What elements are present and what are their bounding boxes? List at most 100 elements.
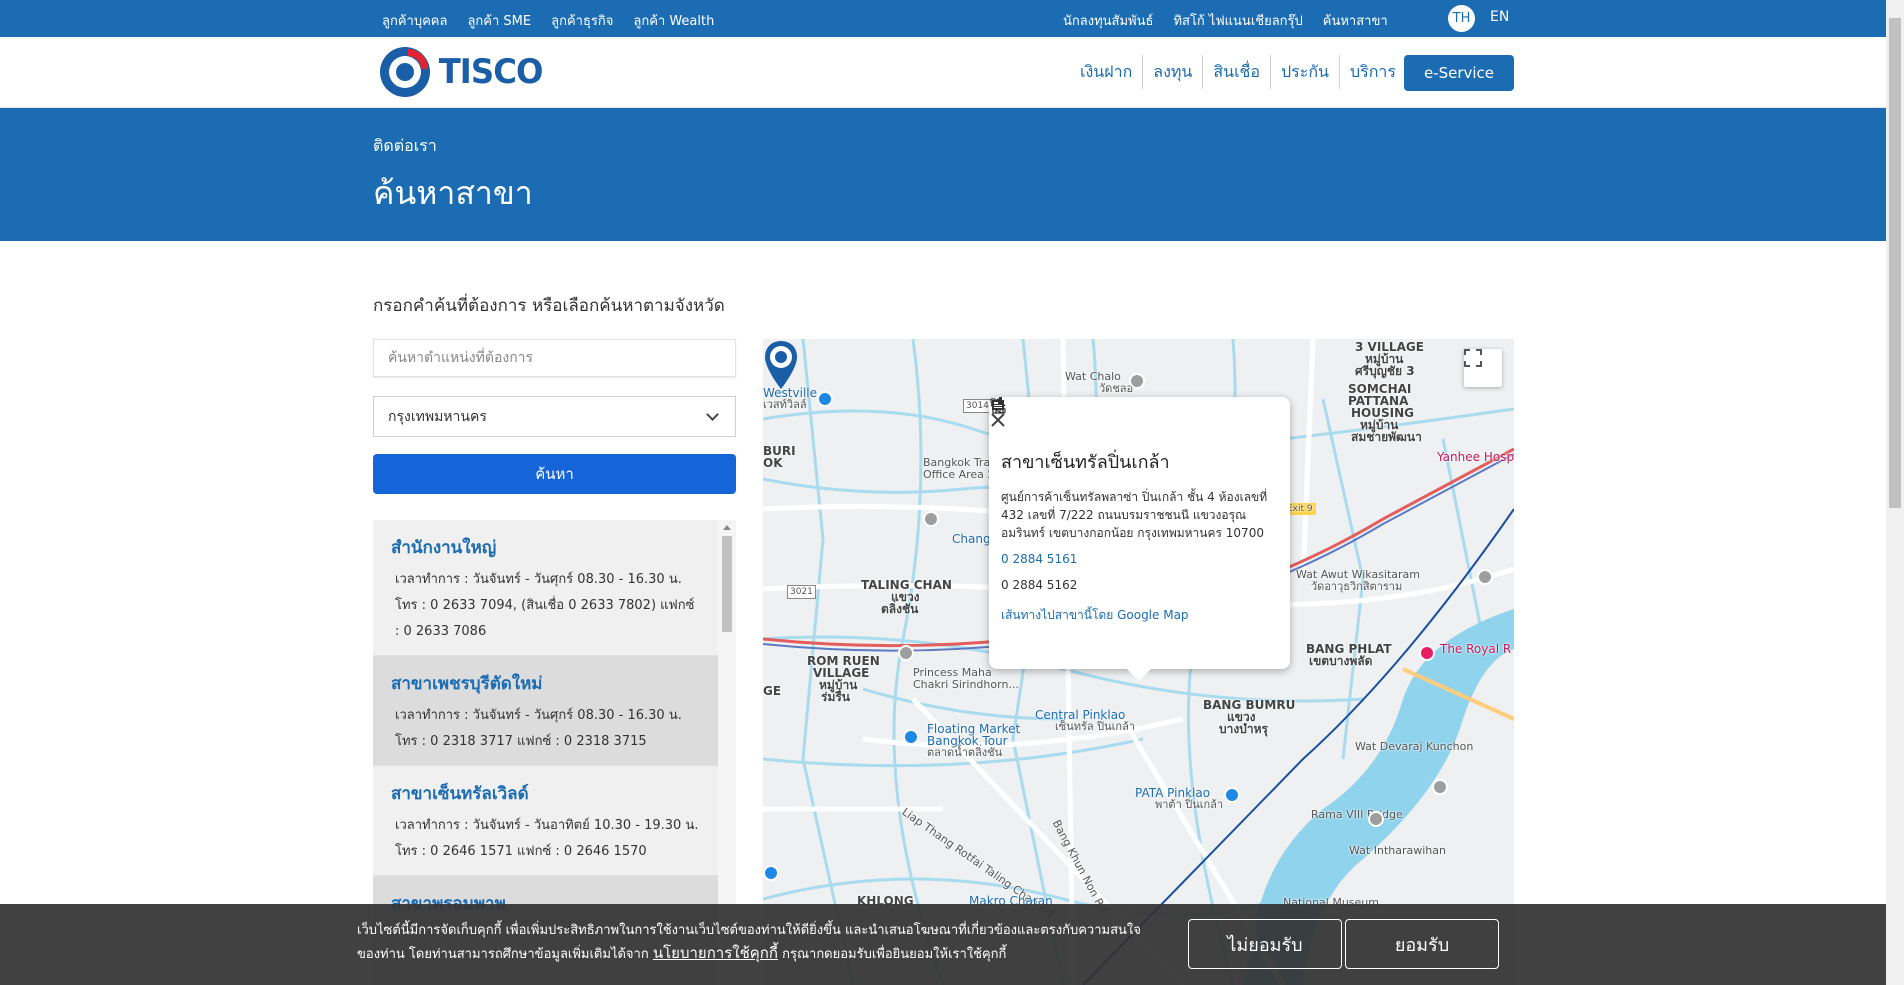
temple-icon[interactable]	[1477, 569, 1493, 585]
decline-cookies-button[interactable]: ไม่ยอมรับ	[1188, 919, 1342, 969]
search-input[interactable]: ค้นหาตำแหน่งที่ต้องการ	[373, 339, 736, 377]
cookie-text-after: กรุณากดยอมรับเพื่อยินยอมให้เราใช้คุกกี้	[777, 947, 1007, 962]
temple-icon[interactable]	[1432, 779, 1448, 795]
main-nav: เงินฝาก ลงทุน สินเชื่อ ประกัน บริการ	[1070, 55, 1406, 89]
map-label: Yanhee Hosp	[1437, 450, 1514, 464]
breadcrumb[interactable]: ติดต่อเรา	[373, 134, 437, 159]
popup-phone-row: 0 2884 5161	[990, 398, 1278, 568]
financial-group-link[interactable]: ทิสโก้ ไฟแนนเชียลกรุ๊ป	[1173, 10, 1302, 31]
segment-wealth[interactable]: ลูกค้า Wealth	[633, 10, 714, 31]
segment-nav: ลูกค้าบุคคล ลูกค้า SME ลูกค้าธุรกิจ ลูกค…	[382, 10, 714, 31]
map-label: OK	[763, 456, 783, 470]
nav-deposit[interactable]: เงินฝาก	[1070, 55, 1142, 89]
page-title: ค้นหาสาขา	[373, 174, 533, 212]
branch-hours: เวลาทำการ : วันจันทร์ - วันศุกร์ 08.30 -…	[395, 572, 682, 587]
map-label: เขตบางพลัด	[1309, 654, 1373, 668]
map-label: ตลิ่งชัน	[881, 602, 919, 616]
page-scroll-thumb[interactable]	[1889, 18, 1901, 508]
branch-info-window: สาขาเซ็นทรัลปิ่นเกล้า ศูนย์การค้าเซ็นทรั…	[989, 397, 1290, 681]
shopping-icon[interactable]	[763, 865, 779, 881]
scroll-thumb[interactable]	[722, 536, 732, 632]
search-button[interactable]: ค้นหา	[373, 454, 736, 494]
shopping-icon[interactable]	[903, 729, 919, 745]
landmark-icon[interactable]	[923, 511, 939, 527]
list-item[interactable]: สำนักงานใหญ่ เวลาทำการ : วันจันทร์ - วัน…	[373, 520, 718, 656]
cookie-text: เว็บไซต์นี้มีการจัดเก็บคุกกี้ เพื่อเพิ่ม…	[357, 920, 1147, 966]
landmark-icon[interactable]	[1368, 811, 1384, 827]
top-bar: ลูกค้าบุคคล ลูกค้า SME ลูกค้าธุรกิจ ลูกค…	[0, 0, 1886, 37]
hospital-icon[interactable]	[1419, 645, 1435, 661]
map-label: พาต้า ปิ่นเกล้า	[1155, 798, 1224, 811]
branch-hours: เวลาทำการ : วันจันทร์ - วันอาทิตย์ 10.30…	[395, 818, 699, 833]
map-label: วัดอาวุธวิกสิตาราม	[1311, 580, 1403, 593]
page-banner: ติดต่อเรา ค้นหาสาขา	[0, 108, 1886, 241]
scroll-up-icon[interactable]	[723, 525, 731, 530]
branch-phone: โทร : 0 2318 3717 แฟกซ์ : 0 2318 3715	[395, 734, 647, 749]
tisco-logo[interactable]: TISCO	[380, 47, 545, 97]
province-value: กรุงเทพมหานคร	[388, 408, 487, 425]
popup-title: สาขาเซ็นทรัลปิ่นเกล้า	[1001, 452, 1170, 473]
lang-th-button[interactable]: TH	[1448, 5, 1475, 32]
list-item[interactable]: สาขาเซ็นทรัลเวิลด์ เวลาทำการ : วันจันทร์…	[373, 766, 718, 876]
branch-map[interactable]: 3 VILLAGE หมู่บ้าน ศรีบุญชัย 3 SOMCHAI P…	[763, 339, 1514, 985]
main-header: TISCO เงินฝาก ลงทุน สินเชื่อ ประกัน บริก…	[0, 37, 1886, 108]
logo-icon	[380, 47, 430, 97]
map-label: Office Area 2	[923, 468, 995, 481]
utility-nav: นักลงทุนสัมพันธ์ ทิสโก้ ไฟแนนเชียลกรุ๊ป …	[1063, 10, 1388, 31]
map-label: เซ็นทรัล ปิ่นเกล้า	[1055, 720, 1135, 733]
list-item[interactable]: สาขาเพชรบุรีตัดใหม่ เวลาทำการ : วันจันทร…	[373, 656, 718, 766]
road-shield: 3021	[787, 585, 816, 599]
branch-phone: โทร : 0 2646 1571 แฟกซ์ : 0 2646 1570	[395, 844, 647, 859]
branch-marker-icon[interactable]	[763, 339, 799, 391]
branch-phone: โทร : 0 2633 7094, (สินเชื่อ 0 2633 7802…	[395, 598, 695, 639]
map-label: Wat Intharawihan	[1349, 844, 1446, 857]
segment-personal[interactable]: ลูกค้าบุคคล	[382, 10, 447, 31]
logo-text: TISCO	[438, 52, 544, 92]
temple-icon[interactable]	[1129, 373, 1145, 389]
shopping-icon[interactable]	[1224, 787, 1240, 803]
page-scrollbar[interactable]	[1886, 0, 1904, 985]
shopping-icon[interactable]	[817, 391, 833, 407]
nav-insurance[interactable]: ประกัน	[1270, 55, 1339, 89]
nav-services[interactable]: บริการ	[1338, 55, 1406, 89]
lang-en-button[interactable]: EN	[1490, 9, 1509, 25]
fullscreen-button[interactable]	[1464, 349, 1502, 387]
nav-invest[interactable]: ลงทุน	[1142, 55, 1202, 89]
map-label: สมชายพัฒนา	[1351, 430, 1422, 444]
map-label: Rama VIII Bridge	[1311, 808, 1403, 821]
cookie-consent-banner: เว็บไซต์นี้มีการจัดเก็บคุกกี้ เพื่อเพิ่ม…	[0, 904, 1886, 985]
popup-fax-row: 0 2884 5162	[992, 397, 1278, 594]
google-map-directions-link[interactable]: เส้นทางไปสาขานี้โดย Google Map	[1001, 606, 1278, 625]
segment-business[interactable]: ลูกค้าธุรกิจ	[551, 10, 613, 31]
landmark-icon[interactable]	[898, 645, 914, 661]
map-label: ร่มรื่น	[821, 690, 851, 704]
search-instructions: กรอกคำค้นที่ต้องการ หรือเลือกค้นหาตามจัง…	[373, 296, 725, 316]
branch-name: สาขาเซ็นทรัลเวิลด์	[391, 784, 529, 804]
branch-hours: เวลาทำการ : วันจันทร์ - วันศุกร์ 08.30 -…	[395, 708, 682, 723]
popup-address: ศูนย์การค้าเซ็นทรัลพลาซ่า ปิ่นเกล้า ชั้น…	[1001, 490, 1268, 540]
branch-name: สาขาเพชรบุรีตัดใหม่	[391, 674, 543, 694]
popup-fax: 0 2884 5162	[1001, 578, 1078, 592]
road-shield: 3014	[963, 399, 992, 413]
map-label: Wat Devaraj Kunchon	[1355, 740, 1474, 753]
map-label: Chang	[952, 532, 991, 546]
popup-phone-link[interactable]: 0 2884 5161	[1001, 550, 1077, 568]
eservice-button[interactable]: e-Service	[1404, 55, 1514, 91]
investor-relations-link[interactable]: นักลงทุนสัมพันธ์	[1063, 10, 1153, 31]
popup-address-row: ศูนย์การค้าเซ็นทรัลพลาซ่า ปิ่นเกล้า ชั้น…	[990, 398, 1278, 542]
chevron-down-icon	[706, 407, 719, 421]
map-label: เวสท์วิลล์	[763, 398, 807, 411]
map-label: บางบำหรุ	[1219, 722, 1268, 736]
fullscreen-icon	[1464, 349, 1482, 367]
accept-cookies-button[interactable]: ยอมรับ	[1345, 919, 1499, 969]
map-label: ศรีบุญชัย 3	[1355, 364, 1415, 378]
cookie-policy-link[interactable]: นโยบายการใช้คุกกี้	[653, 944, 778, 962]
fax-icon	[992, 397, 1004, 410]
map-label: The Royal R	[1440, 642, 1512, 656]
segment-sme[interactable]: ลูกค้า SME	[467, 10, 531, 31]
nav-loan[interactable]: สินเชื่อ	[1202, 55, 1270, 89]
map-label: ตลาดน้ำตลิ่งชัน	[927, 746, 1003, 759]
province-select[interactable]: กรุงเทพมหานคร	[373, 396, 736, 437]
branch-search-link[interactable]: ค้นหาสาขา	[1323, 10, 1388, 31]
branch-name: สำนักงานใหญ่	[391, 538, 497, 558]
